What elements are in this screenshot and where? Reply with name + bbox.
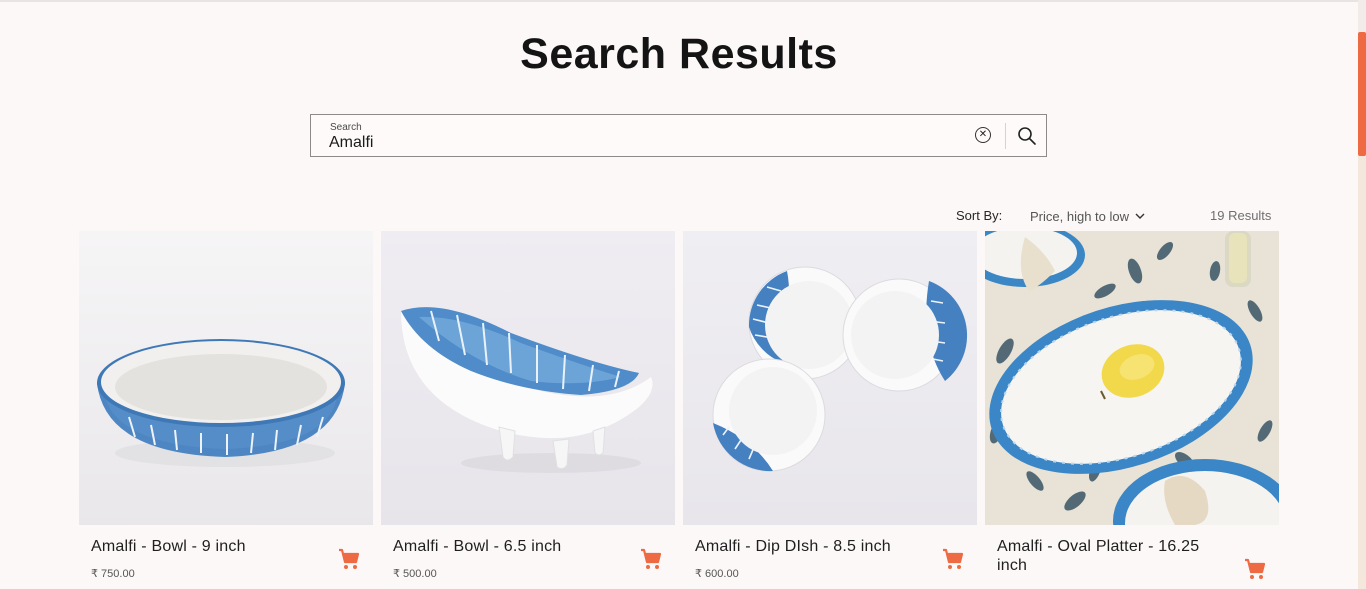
product-card: Amalfi - Bowl - 9 inch ₹ 750.00 <box>79 231 373 589</box>
product-name[interactable]: Amalfi - Bowl - 9 inch <box>91 537 311 556</box>
product-name[interactable]: Amalfi - Bowl - 6.5 inch <box>393 537 613 556</box>
close-circle-icon[interactable]: ✕ <box>975 127 991 143</box>
product-card: Amalfi - Dip DIsh - 8.5 inch ₹ 600.00 <box>683 231 977 589</box>
search-label: Search <box>330 122 362 133</box>
search-field[interactable]: Search ✕ <box>310 114 1047 157</box>
shopping-cart-icon[interactable] <box>337 547 361 571</box>
product-price: ₹ 750.00 <box>91 568 135 580</box>
scrollbar-thumb[interactable] <box>1358 32 1366 156</box>
scrollbar-track-lower[interactable] <box>1358 156 1366 589</box>
sort-dropdown[interactable]: Price, high to low <box>1030 208 1145 224</box>
sort-label: Sort By: <box>956 208 1003 223</box>
product-image[interactable] <box>381 231 675 525</box>
shopping-cart-icon[interactable] <box>639 547 663 571</box>
product-image[interactable] <box>79 231 373 525</box>
search-icon[interactable] <box>1017 126 1037 146</box>
product-grid: Amalfi - Bowl - 9 inch ₹ 750.00 Amalfi -… <box>79 231 1279 589</box>
search-divider <box>1005 123 1006 149</box>
product-info: Amalfi - Bowl - 6.5 inch ₹ 500.00 <box>381 525 675 589</box>
product-price: ₹ 500.00 <box>393 568 437 580</box>
product-name[interactable]: Amalfi - Dip DIsh - 8.5 inch <box>695 537 915 556</box>
product-card: Amalfi - Bowl - 6.5 inch ₹ 500.00 <box>381 231 675 589</box>
top-divider <box>0 0 1358 2</box>
product-info: Amalfi - Oval Platter - 16.25 inch <box>985 525 1279 589</box>
shopping-cart-icon[interactable] <box>941 547 965 571</box>
shopping-cart-icon[interactable] <box>1243 557 1267 581</box>
product-name[interactable]: Amalfi - Oval Platter - 16.25 inch <box>997 537 1217 575</box>
product-info: Amalfi - Bowl - 9 inch ₹ 750.00 <box>79 525 373 589</box>
result-count: 19 Results <box>1210 208 1272 223</box>
product-card: Amalfi - Oval Platter - 16.25 inch <box>985 231 1279 589</box>
sort-value: Price, high to low <box>1030 209 1129 224</box>
chevron-down-icon <box>1135 208 1145 223</box>
product-info: Amalfi - Dip DIsh - 8.5 inch ₹ 600.00 <box>683 525 977 589</box>
product-price: ₹ 600.00 <box>695 568 739 580</box>
page-title: Search Results <box>520 30 838 78</box>
product-image[interactable] <box>683 231 977 525</box>
product-image[interactable] <box>985 231 1279 525</box>
search-input[interactable] <box>329 134 929 152</box>
